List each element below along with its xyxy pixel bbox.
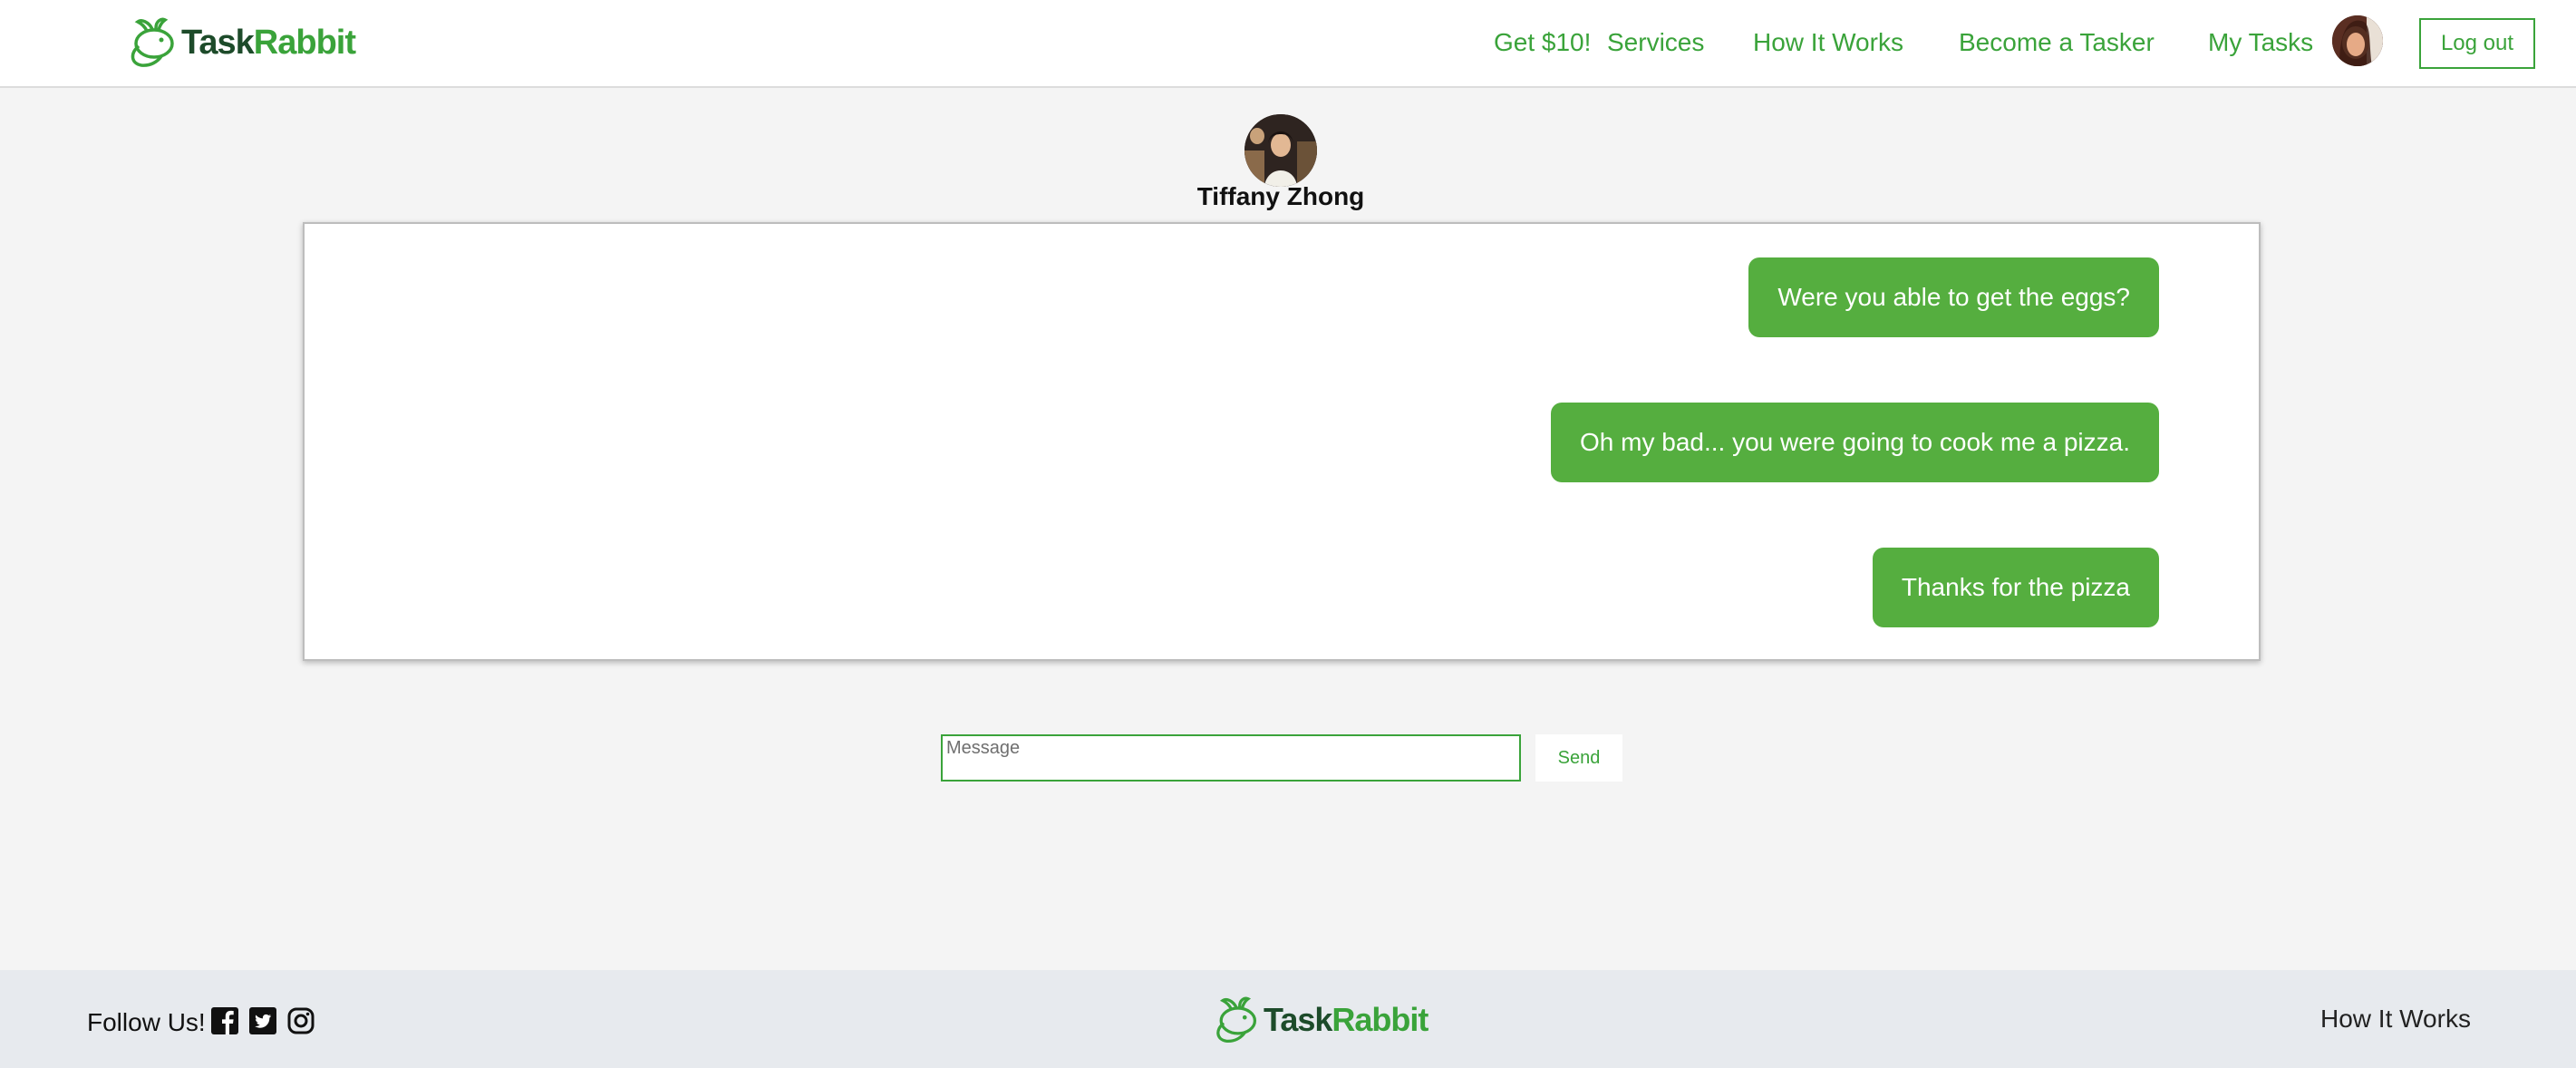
send-button[interactable]: Send	[1535, 734, 1622, 782]
conversation-partner-name: Tiffany Zhong	[1196, 182, 1365, 210]
nav-promo-link[interactable]: Get $10!	[1494, 25, 1591, 60]
logo-text: TaskRabbit	[1264, 1001, 1428, 1038]
message-bubble: Thanks for the pizza	[1872, 548, 2159, 627]
footer-taskrabbit-logo[interactable]: TaskRabbit	[1211, 994, 1428, 1046]
logout-button[interactable]: Log out	[2419, 18, 2535, 69]
partner-avatar	[1244, 114, 1317, 187]
nav-how-it-works-link[interactable]: How It Works	[1753, 25, 1903, 60]
rabbit-logo-icon	[131, 17, 174, 67]
message-bubble: Oh my bad... you were going to cook me a…	[1551, 403, 2159, 482]
facebook-icon[interactable]	[210, 1006, 239, 1035]
twitter-icon[interactable]	[248, 1006, 277, 1035]
top-navbar: TaskRabbit Get $10! Services How It Work…	[0, 0, 2576, 88]
partner-avatar-image	[1244, 114, 1317, 187]
taskrabbit-logo[interactable]: TaskRabbit	[125, 15, 356, 71]
message-bubble: Were you able to get the eggs?	[1748, 257, 2159, 337]
rabbit-logo-icon	[1216, 996, 1257, 1044]
footer-how-it-works-link[interactable]: How It Works	[2320, 1003, 2471, 1035]
nav-services-link[interactable]: Services	[1607, 25, 1704, 60]
user-avatar[interactable]	[2332, 15, 2383, 66]
logo-text: TaskRabbit	[181, 23, 356, 62]
instagram-icon[interactable]	[286, 1006, 315, 1035]
user-avatar-image	[2332, 15, 2383, 66]
nav-become-tasker-link[interactable]: Become a Tasker	[1959, 25, 2155, 60]
follow-us-label: Follow Us!	[87, 1008, 206, 1036]
chat-messages-panel[interactable]: Were you able to get the eggs? Oh my bad…	[303, 222, 2261, 661]
nav-my-tasks-link[interactable]: My Tasks	[2208, 25, 2313, 60]
message-input[interactable]	[941, 734, 1521, 782]
